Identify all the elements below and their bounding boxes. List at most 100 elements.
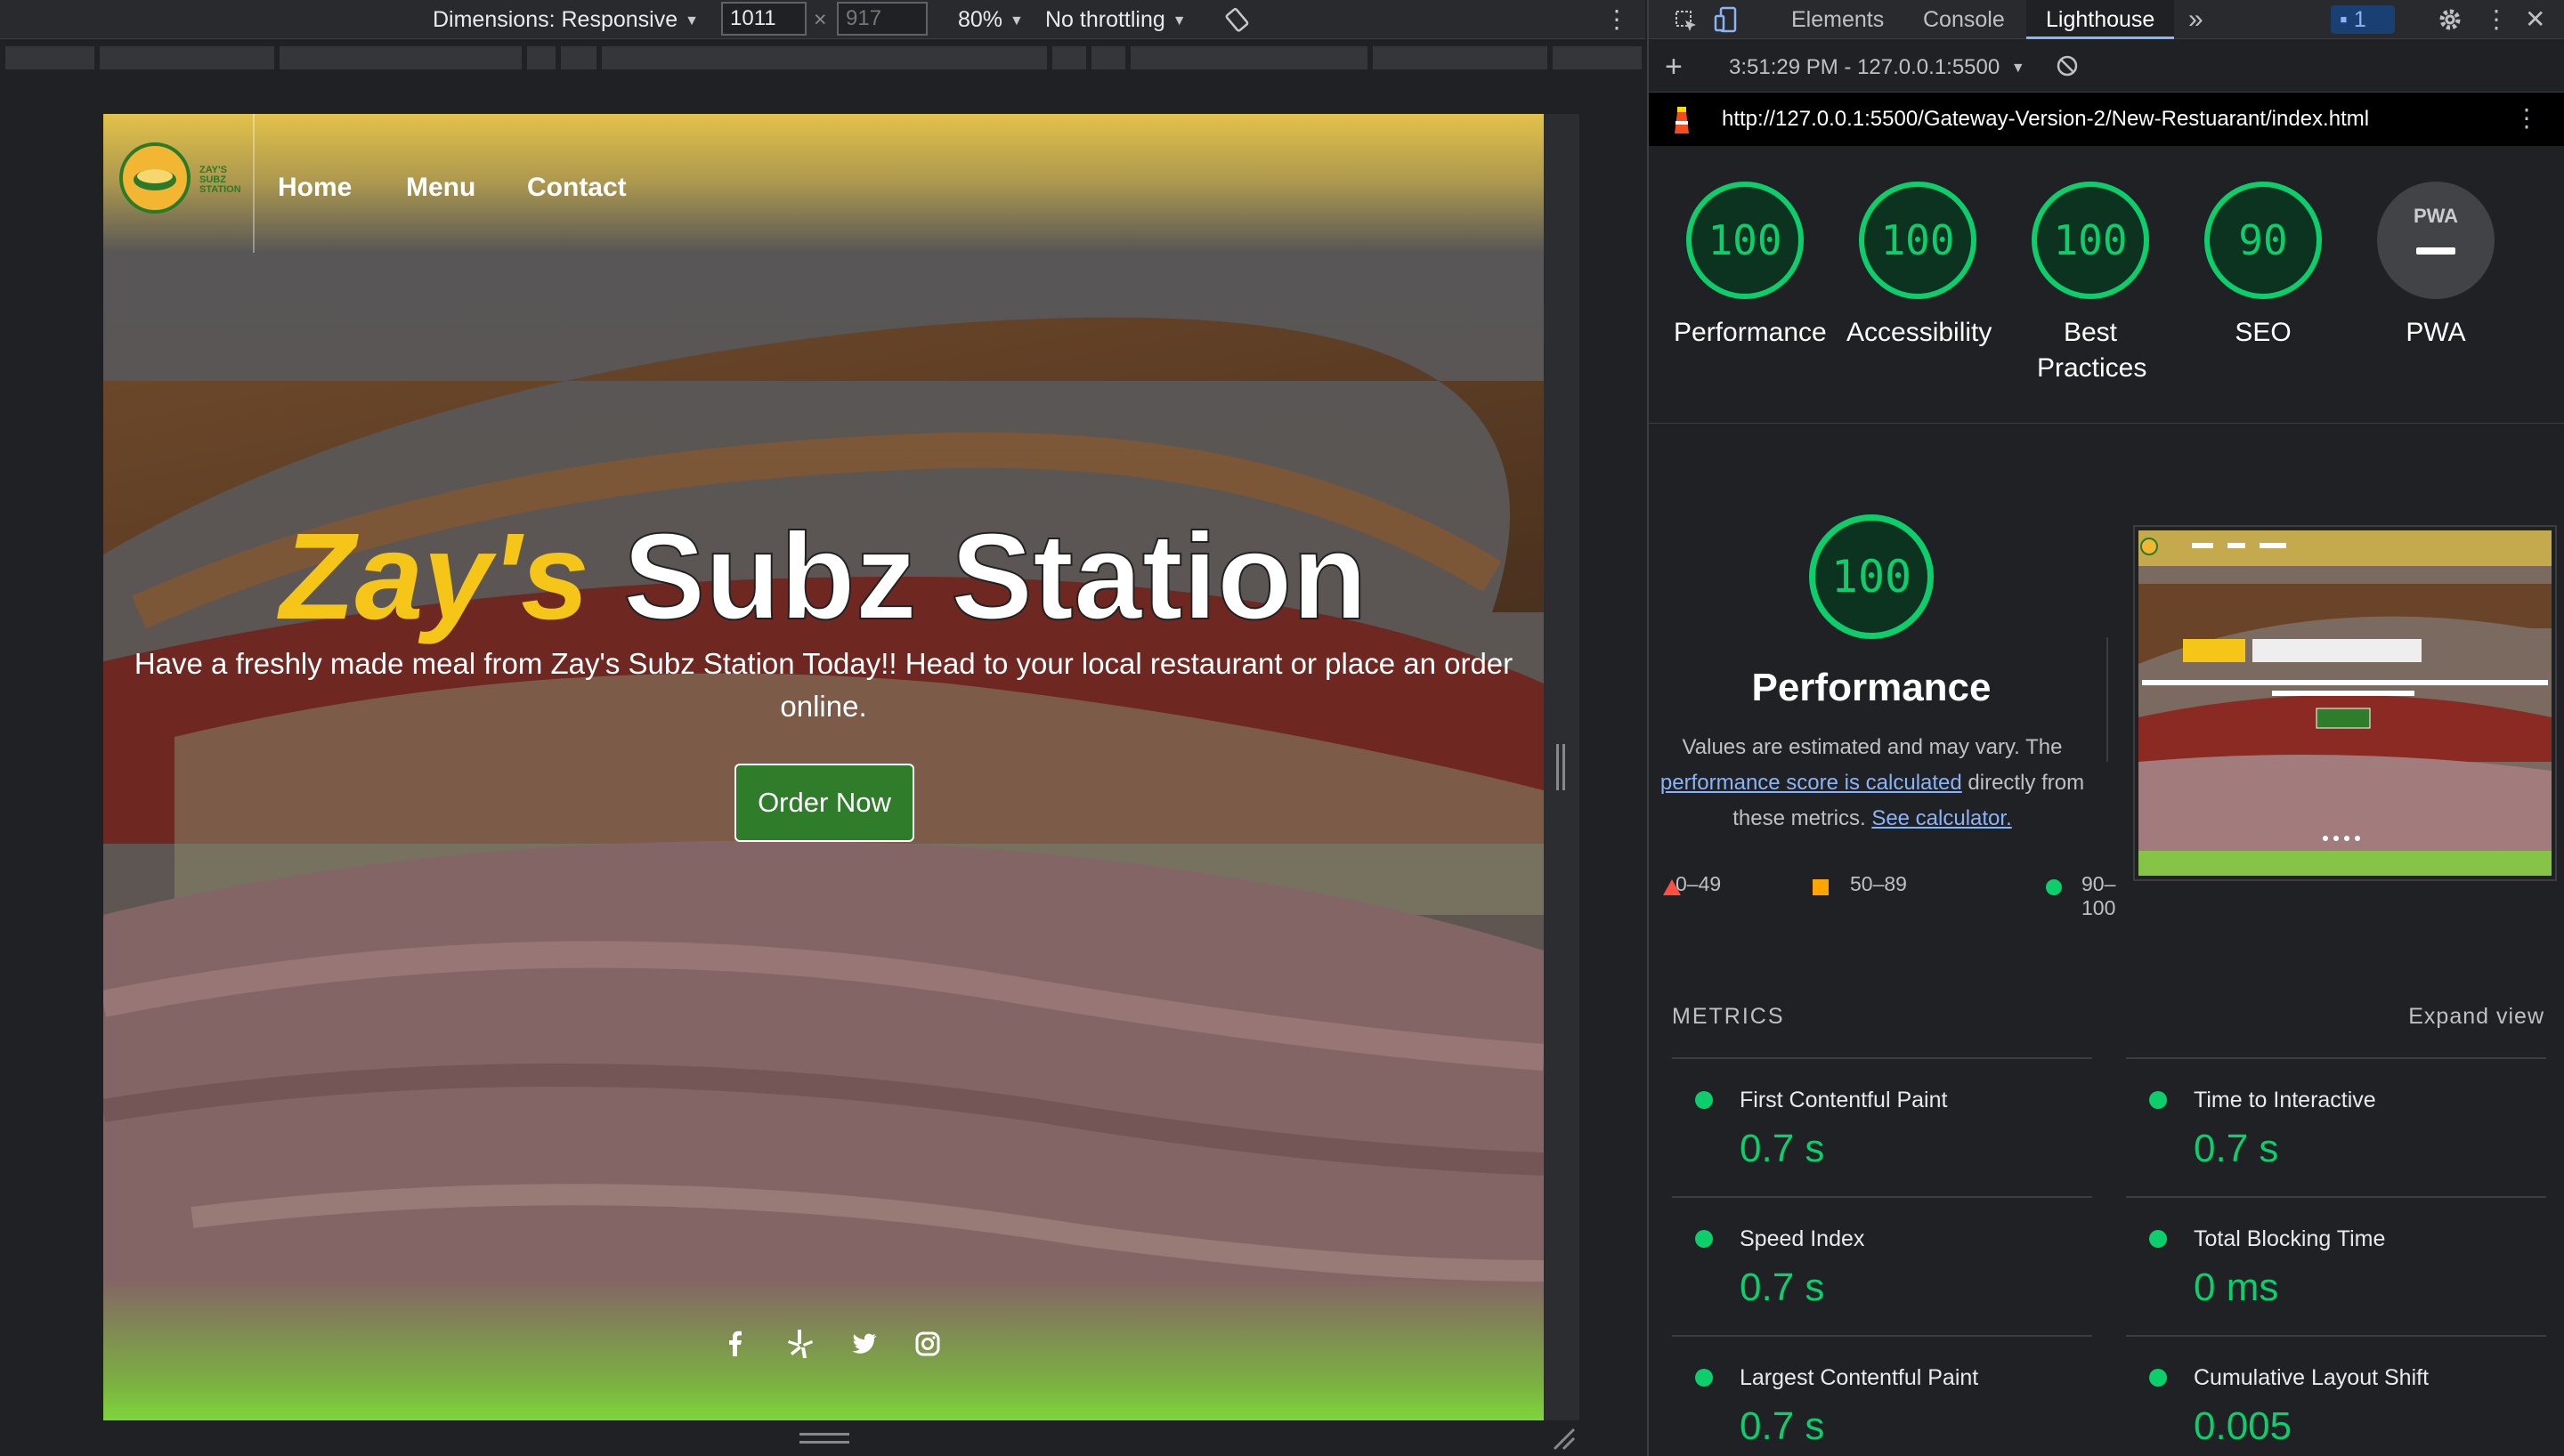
divider bbox=[2106, 637, 2108, 762]
resize-handle-bottom[interactable] bbox=[799, 1433, 849, 1444]
metric-time-to-interactive: Time to Interactive 0.7 s bbox=[2126, 1057, 2546, 1196]
metric-largest-contentful-paint: Largest Contentful Paint 0.7 s bbox=[1672, 1335, 2092, 1456]
pass-circle-icon bbox=[2149, 1091, 2167, 1109]
report-selector-label: 3:51:29 PM - 127.0.0.1:5500 bbox=[1729, 55, 2000, 79]
report-url-bar: http://127.0.0.1:5500/Gateway-Version-2/… bbox=[1649, 93, 2564, 146]
metric-cumulative-layout-shift: Cumulative Layout Shift 0.005 bbox=[2126, 1335, 2546, 1456]
gauge-seo[interactable]: 90 SEO bbox=[2192, 182, 2334, 351]
performance-section: 100 Performance Values are estimated and… bbox=[1649, 481, 2564, 919]
resize-corner-icon[interactable] bbox=[1549, 1424, 1576, 1451]
pass-circle-icon bbox=[1695, 1230, 1713, 1248]
score-legend: 0–49 50–89 90–100 bbox=[1663, 872, 2121, 919]
gauge-accessibility[interactable]: 100 Accessibility bbox=[1846, 182, 1992, 351]
more-options-icon[interactable]: ⋮ bbox=[1604, 5, 1629, 34]
dimensions-dropdown[interactable]: Dimensions: Responsive ▼ bbox=[433, 5, 699, 34]
metric-value: 0 ms bbox=[2194, 1266, 2279, 1309]
gauge-label: Accessibility bbox=[1846, 318, 1992, 347]
gauge-label: Performance bbox=[1674, 318, 1827, 347]
dropdown-caret-icon: ▼ bbox=[1010, 13, 1024, 28]
issues-count: 1 bbox=[2353, 7, 2366, 32]
metric-label: Largest Contentful Paint bbox=[1740, 1365, 1979, 1390]
zoom-dropdown[interactable]: 80% ▼ bbox=[958, 5, 1024, 34]
page-viewport: ZAY'S SUBZ STATION Home Menu Contact Zay… bbox=[103, 114, 1544, 1420]
twitter-icon[interactable] bbox=[846, 1326, 881, 1362]
issues-badge[interactable]: ▪ 1 bbox=[2331, 5, 2395, 34]
site-header: ZAY'S SUBZ STATION Home Menu Contact bbox=[103, 114, 1544, 253]
gauge-label: Best Practices bbox=[2037, 318, 2147, 383]
metric-total-blocking-time: Total Blocking Time 0 ms bbox=[2126, 1196, 2546, 1335]
gauge-score: 100 bbox=[1859, 182, 1976, 299]
nav-menu[interactable]: Menu bbox=[406, 173, 475, 203]
final-screenshot-thumbnail[interactable] bbox=[2133, 525, 2557, 881]
pwa-badge-icon: PWA bbox=[2377, 182, 2495, 299]
rotate-icon[interactable] bbox=[1225, 5, 1252, 34]
width-input[interactable]: 1011 bbox=[721, 2, 807, 36]
metric-speed-index: Speed Index 0.7 s bbox=[1672, 1196, 2092, 1335]
gauge-score: 90 bbox=[2204, 182, 2322, 299]
device-toolbar: Dimensions: Responsive ▼ 1011 × 917 80% ▼ … bbox=[0, 0, 1645, 39]
report-selector[interactable]: 3:51:29 PM - 127.0.0.1:5500 ▼ bbox=[1729, 55, 2025, 80]
gauge-score: 100 bbox=[2032, 182, 2149, 299]
metric-first-contentful-paint: First Contentful Paint 0.7 s bbox=[1672, 1057, 2092, 1196]
see-calculator-link[interactable]: See calculator. bbox=[1871, 806, 2011, 830]
settings-gear-icon[interactable] bbox=[2436, 5, 2464, 34]
legend-fail: 0–49 bbox=[1676, 872, 1722, 895]
nav-home[interactable]: Home bbox=[278, 173, 352, 203]
tab-elements[interactable]: Elements bbox=[1791, 0, 1884, 39]
devtools-menu-icon[interactable]: ⋮ bbox=[2484, 0, 2509, 39]
hero-title: Zay's Subz Station bbox=[103, 497, 1544, 657]
dimensions-label: Dimensions: Responsive bbox=[433, 7, 678, 32]
metric-value: 0.7 s bbox=[1740, 1404, 1825, 1448]
clear-reports-icon[interactable] bbox=[2055, 53, 2080, 85]
site-logo[interactable] bbox=[119, 142, 191, 214]
social-links bbox=[718, 1326, 949, 1362]
height-input[interactable]: 917 bbox=[837, 2, 928, 36]
metric-value: 0.005 bbox=[2194, 1404, 2292, 1448]
pass-circle-icon bbox=[1695, 1091, 1713, 1109]
device-toolbar-icon[interactable] bbox=[1713, 5, 1741, 34]
logo-wordmark: ZAY'S SUBZ STATION bbox=[199, 165, 241, 195]
devtools-panel: Elements Console Lighthouse » ▪ 1 ⋮ ✕ + … bbox=[1647, 0, 2564, 1456]
score-calculated-link[interactable]: performance score is calculated bbox=[1660, 771, 1962, 795]
hero-title-brand: Zay's bbox=[280, 508, 589, 645]
report-menu-icon[interactable]: ⋮ bbox=[2514, 103, 2539, 133]
more-tabs-icon[interactable]: » bbox=[2188, 0, 2203, 39]
instagram-icon[interactable] bbox=[910, 1326, 945, 1362]
pass-circle-icon bbox=[2046, 879, 2062, 895]
metric-label: Cumulative Layout Shift bbox=[2194, 1365, 2430, 1390]
throttling-dropdown[interactable]: No throttling ▼ bbox=[1045, 5, 1187, 34]
metric-value: 0.7 s bbox=[1740, 1127, 1825, 1170]
gauge-label: SEO bbox=[2235, 318, 2292, 347]
yelp-icon[interactable] bbox=[782, 1326, 817, 1362]
metrics-header: METRICS bbox=[1672, 1004, 1785, 1029]
legend-average: 50–89 bbox=[1850, 872, 1907, 895]
gauge-best-practices[interactable]: 100 Best Practices bbox=[2019, 182, 2162, 386]
performance-title: Performance bbox=[1751, 666, 1992, 709]
inspect-element-icon[interactable] bbox=[1674, 7, 1699, 32]
nav-divider bbox=[253, 114, 255, 253]
pass-circle-icon bbox=[2149, 1369, 2167, 1387]
report-url[interactable]: http://127.0.0.1:5500/Gateway-Version-2/… bbox=[1722, 107, 2369, 132]
pass-circle-icon bbox=[1695, 1369, 1713, 1387]
dropdown-caret-icon: ▼ bbox=[685, 13, 699, 28]
throttling-label: No throttling bbox=[1045, 7, 1165, 32]
resize-handle-right[interactable] bbox=[1556, 744, 1565, 790]
tab-console[interactable]: Console bbox=[1923, 0, 2005, 39]
times-separator: × bbox=[814, 7, 827, 32]
nav-contact[interactable]: Contact bbox=[527, 173, 627, 203]
order-now-button[interactable]: Order Now bbox=[734, 764, 914, 842]
tab-lighthouse[interactable]: Lighthouse bbox=[2026, 0, 2175, 39]
gauge-pwa[interactable]: PWA PWA bbox=[2365, 182, 2507, 351]
score-gauges: 100 Performance 100 Accessibility 100 Be… bbox=[1649, 146, 2564, 424]
new-report-plus-icon[interactable]: + bbox=[1665, 50, 1683, 85]
lighthouse-toolbar: + 3:51:29 PM - 127.0.0.1:5500 ▼ bbox=[1649, 41, 2564, 93]
performance-note: Values are estimated and may vary. The p… bbox=[1654, 730, 2090, 837]
expand-view-toggle[interactable]: Expand view bbox=[2408, 1004, 2544, 1030]
close-devtools-icon[interactable]: ✕ bbox=[2525, 0, 2545, 39]
dropdown-caret-icon: ▼ bbox=[1172, 13, 1187, 28]
metric-label: First Contentful Paint bbox=[1740, 1088, 1948, 1112]
gauge-label: PWA bbox=[2406, 318, 2466, 347]
gauge-performance[interactable]: 100 Performance bbox=[1674, 182, 1827, 351]
average-square-icon bbox=[1813, 879, 1829, 895]
facebook-icon[interactable] bbox=[718, 1326, 753, 1362]
